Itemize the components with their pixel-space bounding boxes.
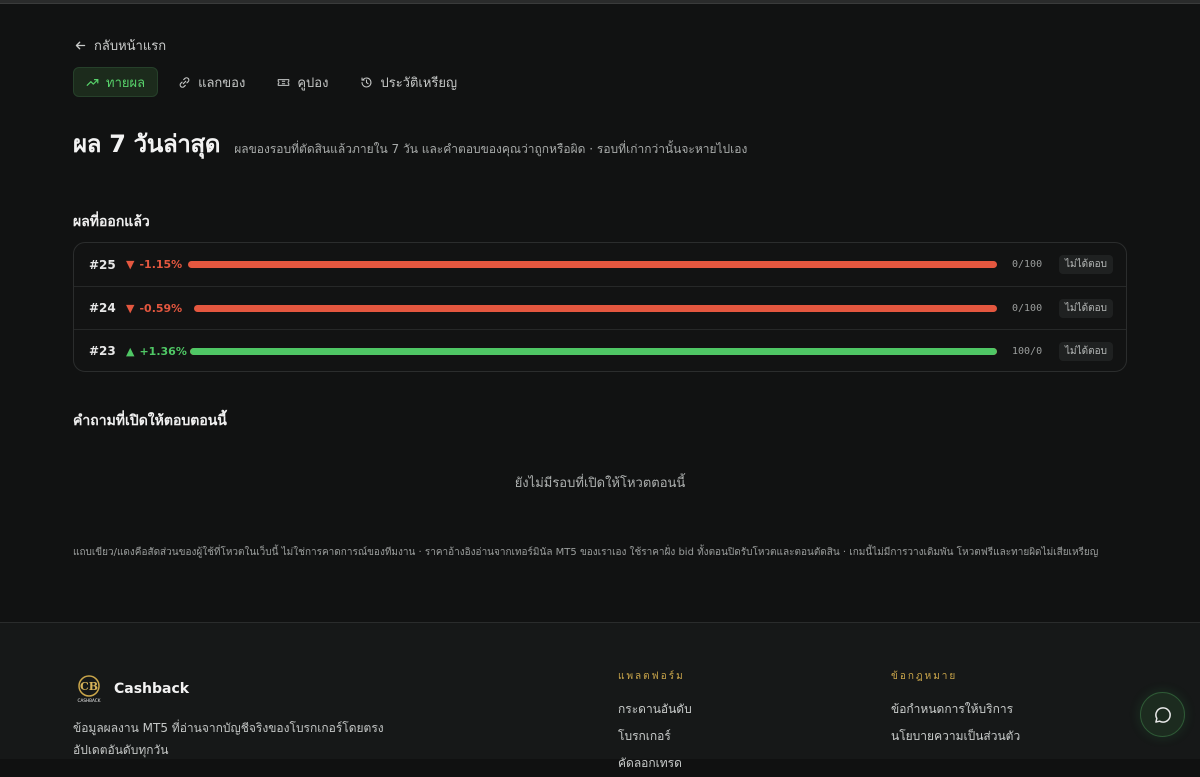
status-badge: ไม่ได้ตอบ bbox=[1059, 298, 1113, 318]
price-change: ▼ -1.15% bbox=[126, 258, 182, 271]
result-row[interactable]: #24 ▼ -0.59% 0/100 ไม่ได้ตอบ bbox=[74, 286, 1126, 329]
trending-up-icon bbox=[86, 78, 99, 86]
svg-text:CB: CB bbox=[80, 680, 98, 693]
tab-bar: ทายผล แลกของ คูปอง ประวัติเหรียญ bbox=[73, 67, 469, 97]
footer-link-privacy[interactable]: นโยบายความเป็นส่วนตัว bbox=[891, 723, 1020, 750]
round-id: #24 bbox=[89, 301, 116, 315]
history-icon bbox=[361, 76, 372, 87]
footer-column-heading: ข้อกฎหมาย bbox=[891, 671, 958, 682]
disclaimer-note: แถบเขียว/แดงคือสัดส่วนของผู้ใช้ที่โหวตใน… bbox=[73, 547, 1099, 558]
footer-about: ข้อมูลผลงาน MT5 ที่อ่านจากบัญชีจริงของโบ… bbox=[73, 717, 384, 761]
tab-predict[interactable]: ทายผล bbox=[73, 67, 159, 97]
vote-count: 0/100 bbox=[1012, 302, 1043, 314]
price-change-value: -1.15% bbox=[139, 258, 183, 271]
footer-brand[interactable]: CB CASHBACK Cashback bbox=[73, 673, 189, 705]
status-badge: ไม่ได้ตอบ bbox=[1059, 255, 1113, 274]
footer-column-heading: แพลตฟอร์ม bbox=[618, 671, 685, 682]
tab-label: ทายผล bbox=[106, 75, 146, 91]
page-header: ผล 7 วันล่าสุด ผลของรอบที่ตัดสินแล้วภายใ… bbox=[73, 124, 747, 163]
tab-redeem[interactable]: แลกของ bbox=[166, 67, 257, 97]
tab-coin-history[interactable]: ประวัติเหรียญ bbox=[348, 67, 469, 97]
footer-link-leaderboard[interactable]: กระดานอันดับ bbox=[618, 696, 692, 723]
price-change: ▲ +1.36% bbox=[126, 345, 187, 358]
footer-link-terms[interactable]: ข้อกำหนดการให้บริการ bbox=[891, 696, 1020, 723]
down-arrow-icon: ▼ bbox=[126, 258, 135, 271]
down-arrow-icon: ▼ bbox=[126, 301, 135, 315]
results-heading: ผลที่ออกแล้ว bbox=[73, 214, 150, 230]
link-icon bbox=[179, 76, 190, 88]
result-row[interactable]: #25 ▼ -1.15% 0/100 ไม่ได้ตอบ bbox=[74, 243, 1126, 286]
brand-name: Cashback bbox=[114, 681, 190, 697]
footer-link-copy-trade[interactable]: คัดลอกเทรด bbox=[618, 750, 692, 777]
page-subtitle: ผลของรอบที่ตัดสินแล้วภายใน 7 วัน และคำตอ… bbox=[234, 142, 748, 156]
price-change-value: -0.59% bbox=[139, 301, 183, 315]
vote-count: 0/100 bbox=[1012, 259, 1043, 270]
vote-ratio-bar bbox=[194, 304, 997, 312]
cashback-logo: CB CASHBACK bbox=[78, 675, 101, 703]
footer-link-brokers[interactable]: โบรกเกอร์ bbox=[618, 723, 692, 750]
status-badge: ไม่ได้ตอบ bbox=[1059, 341, 1113, 361]
price-change-value: +1.36% bbox=[139, 344, 187, 358]
chat-button[interactable] bbox=[1140, 692, 1185, 737]
tab-label: ประวัติเหรียญ bbox=[380, 75, 458, 91]
round-id: #25 bbox=[89, 257, 116, 272]
vote-ratio-green bbox=[190, 347, 997, 355]
price-change: ▼ -0.59% bbox=[126, 302, 182, 315]
back-label: กลับหน้าแรก bbox=[94, 39, 167, 54]
about-line: อัปเดตอันดับทุกวัน bbox=[73, 743, 169, 757]
about-line: ข้อมูลผลงาน MT5 ที่อ่านจากบัญชีจริงของโบ… bbox=[73, 721, 384, 735]
footer-platform-column: แพลตฟอร์ม กระดานอันดับ โบรกเกอร์ คัดลอกเ… bbox=[618, 669, 692, 777]
ticket-icon bbox=[278, 78, 290, 86]
vote-ratio-bar bbox=[188, 261, 997, 268]
vote-count: 100/0 bbox=[1012, 345, 1043, 357]
tab-label: แลกของ bbox=[198, 75, 246, 91]
arrow-left-icon bbox=[75, 41, 86, 50]
page-title: ผล 7 วันล่าสุด bbox=[73, 130, 221, 158]
tab-label: คูปอง bbox=[297, 75, 329, 91]
back-to-home-link[interactable]: กลับหน้าแรก bbox=[74, 35, 166, 56]
main-content: กลับหน้าแรก ทายผล แลกของ คูปอง ประวัติเห… bbox=[0, 4, 1200, 622]
result-row[interactable]: #23 ▲ +1.36% 100/0 ไม่ได้ตอบ bbox=[74, 329, 1126, 371]
up-arrow-icon: ▲ bbox=[126, 344, 135, 358]
footer: CB CASHBACK Cashback ข้อมูลผลงาน MT5 ที่… bbox=[0, 622, 1200, 770]
tab-coupons[interactable]: คูปอง bbox=[265, 67, 340, 97]
footer-legal-column: ข้อกฎหมาย ข้อกำหนดการให้บริการ นโยบายควา… bbox=[891, 669, 1020, 750]
open-questions-heading: คำถามที่เปิดให้ตอบตอนนี้ bbox=[73, 413, 227, 429]
empty-state-text: ยังไม่มีรอบที่เปิดให้โหวตตอนนี้ bbox=[514, 476, 686, 491]
round-id: #23 bbox=[89, 344, 116, 358]
logo-text: CASHBACK bbox=[78, 698, 101, 703]
results-list: #25 ▼ -1.15% 0/100 ไม่ได้ตอบ #24 ▼ -0.59… bbox=[73, 242, 1127, 372]
vote-ratio-bar bbox=[190, 347, 997, 355]
chat-bubble-icon bbox=[1154, 706, 1171, 723]
